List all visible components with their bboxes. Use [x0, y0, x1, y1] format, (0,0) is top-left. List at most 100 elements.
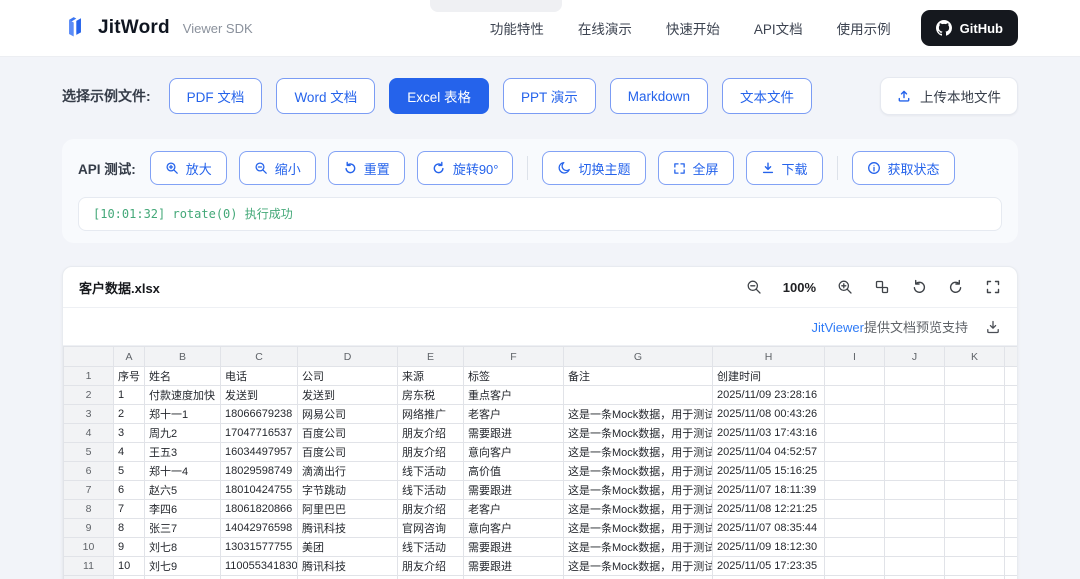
cell-D4[interactable]: 百度公司: [298, 424, 398, 443]
cell-H11[interactable]: 2025/11/05 17:23:35: [713, 557, 825, 576]
cell-K10[interactable]: [945, 538, 1005, 557]
cell-G8[interactable]: 这是一条Mock数据，用于测试。: [564, 500, 713, 519]
cell-C11[interactable]: 110055341830: [221, 557, 298, 576]
cell-K8[interactable]: [945, 500, 1005, 519]
cell-H5[interactable]: 2025/11/04 04:52:57: [713, 443, 825, 462]
row-number-2[interactable]: 2: [64, 386, 114, 405]
viewer-rotate-cw-icon[interactable]: [948, 279, 964, 295]
cell-G2[interactable]: [564, 386, 713, 405]
column-header-I[interactable]: I: [825, 347, 885, 367]
file-option-pdf[interactable]: PDF 文档: [169, 78, 263, 114]
cell-H3[interactable]: 2025/11/08 00:43:26: [713, 405, 825, 424]
file-option-word[interactable]: Word 文档: [276, 78, 375, 114]
cell-A10[interactable]: 9: [114, 538, 145, 557]
cell-C6[interactable]: 18029598749: [221, 462, 298, 481]
zoom-in-button[interactable]: 放大: [150, 151, 227, 185]
cell-C7[interactable]: 18010424755: [221, 481, 298, 500]
viewer-zoom-out-icon[interactable]: [746, 279, 762, 295]
cell-H4[interactable]: 2025/11/03 17:43:16: [713, 424, 825, 443]
cell-J6[interactable]: [885, 462, 945, 481]
cell-J5[interactable]: [885, 443, 945, 462]
cell-F10[interactable]: 需要跟进: [464, 538, 564, 557]
cell-I5[interactable]: [825, 443, 885, 462]
column-header-A[interactable]: A: [114, 347, 145, 367]
cell-A9[interactable]: 8: [114, 519, 145, 538]
row-number-12[interactable]: 12: [64, 576, 114, 579]
column-header-F[interactable]: F: [464, 347, 564, 367]
row-number-10[interactable]: 10: [64, 538, 114, 557]
cell-A11[interactable]: 10: [114, 557, 145, 576]
row-number-11[interactable]: 11: [64, 557, 114, 576]
cell-I9[interactable]: [825, 519, 885, 538]
cell-J2[interactable]: [885, 386, 945, 405]
cell-C5[interactable]: 16034497957: [221, 443, 298, 462]
cell-C1[interactable]: 电话: [221, 367, 298, 386]
cell-G3[interactable]: 这是一条Mock数据，用于测试。: [564, 405, 713, 424]
cell-A1[interactable]: 序号: [114, 367, 145, 386]
cell-F7[interactable]: 需要跟进: [464, 481, 564, 500]
get-status-button[interactable]: 获取状态: [852, 151, 955, 185]
cell-E1[interactable]: 来源: [398, 367, 464, 386]
cell-I11[interactable]: [825, 557, 885, 576]
row-number-6[interactable]: 6: [64, 462, 114, 481]
cell-F12[interactable]: [464, 576, 564, 579]
cell-K12[interactable]: [945, 576, 1005, 579]
cell-B12[interactable]: [145, 576, 221, 579]
row-number-9[interactable]: 9: [64, 519, 114, 538]
cell-G10[interactable]: 这是一条Mock数据，用于测试。: [564, 538, 713, 557]
cell-H10[interactable]: 2025/11/09 18:12:30: [713, 538, 825, 557]
nav-link-examples[interactable]: 使用示例: [837, 18, 891, 38]
cell-I7[interactable]: [825, 481, 885, 500]
cell-E12[interactable]: [398, 576, 464, 579]
cell-H8[interactable]: 2025/11/08 12:21:25: [713, 500, 825, 519]
cell-A2[interactable]: 1: [114, 386, 145, 405]
toggle-theme-button[interactable]: 切换主题: [542, 151, 645, 185]
cell-G7[interactable]: 这是一条Mock数据，用于测试。: [564, 481, 713, 500]
cell-B10[interactable]: 刘七8: [145, 538, 221, 557]
cell-B4[interactable]: 周九2: [145, 424, 221, 443]
cell-J4[interactable]: [885, 424, 945, 443]
cell-B8[interactable]: 李四6: [145, 500, 221, 519]
viewer-thumbnails-icon[interactable]: [874, 279, 890, 295]
nav-link-api-docs[interactable]: API文档: [754, 18, 803, 38]
column-header-D[interactable]: D: [298, 347, 398, 367]
zoom-out-button[interactable]: 缩小: [239, 151, 316, 185]
cell-H6[interactable]: 2025/11/05 15:16:25: [713, 462, 825, 481]
cell-C9[interactable]: 14042976598: [221, 519, 298, 538]
cell-F5[interactable]: 意向客户: [464, 443, 564, 462]
cell-E5[interactable]: 朋友介绍: [398, 443, 464, 462]
cell-F9[interactable]: 意向客户: [464, 519, 564, 538]
cell-A12[interactable]: [114, 576, 145, 579]
cell-E3[interactable]: 网络推广: [398, 405, 464, 424]
rotate-90-button[interactable]: 旋转90°: [417, 151, 514, 185]
cell-F6[interactable]: 高价值: [464, 462, 564, 481]
row-number-7[interactable]: 7: [64, 481, 114, 500]
cell-J3[interactable]: [885, 405, 945, 424]
cell-G12[interactable]: [564, 576, 713, 579]
cell-D1[interactable]: 公司: [298, 367, 398, 386]
column-header-C[interactable]: C: [221, 347, 298, 367]
cell-I6[interactable]: [825, 462, 885, 481]
cell-J10[interactable]: [885, 538, 945, 557]
github-button[interactable]: GitHub: [921, 10, 1018, 46]
cell-I1[interactable]: [825, 367, 885, 386]
cell-J12[interactable]: [885, 576, 945, 579]
row-number-1[interactable]: 1: [64, 367, 114, 386]
cell-B2[interactable]: 付款速度加快: [145, 386, 221, 405]
nav-link-quickstart[interactable]: 快速开始: [666, 18, 720, 38]
cell-A5[interactable]: 4: [114, 443, 145, 462]
cell-I4[interactable]: [825, 424, 885, 443]
cell-F8[interactable]: 老客户: [464, 500, 564, 519]
cell-E8[interactable]: 朋友介绍: [398, 500, 464, 519]
cell-E6[interactable]: 线下活动: [398, 462, 464, 481]
cell-G1[interactable]: 备注: [564, 367, 713, 386]
cell-H1[interactable]: 创建时间: [713, 367, 825, 386]
cell-B3[interactable]: 郑十一1: [145, 405, 221, 424]
cell-K11[interactable]: [945, 557, 1005, 576]
cell-F3[interactable]: 老客户: [464, 405, 564, 424]
cell-J1[interactable]: [885, 367, 945, 386]
row-number-8[interactable]: 8: [64, 500, 114, 519]
cell-A3[interactable]: 2: [114, 405, 145, 424]
cell-D7[interactable]: 字节跳动: [298, 481, 398, 500]
cell-E2[interactable]: 房东税: [398, 386, 464, 405]
